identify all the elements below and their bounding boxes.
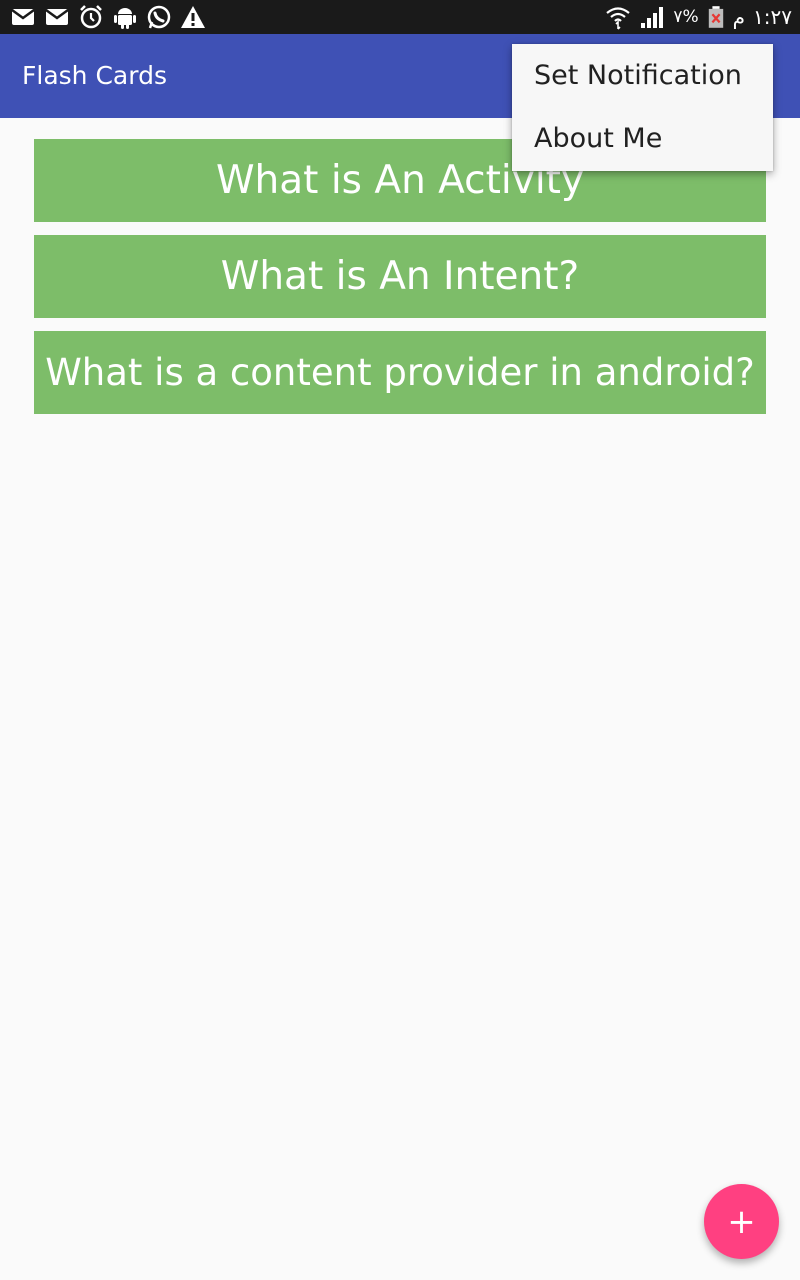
flash-card-label: What is An Intent? <box>220 254 580 299</box>
android-icon <box>114 8 136 29</box>
add-card-button[interactable]: + <box>704 1184 779 1259</box>
notification-icons <box>10 4 206 30</box>
flash-card-label: What is a content provider in android? <box>45 351 755 394</box>
app-title: Flash Cards <box>22 61 167 90</box>
flash-card[interactable]: What is a content provider in android? <box>34 331 766 414</box>
mail-icon <box>45 8 69 25</box>
menu-item-about-me[interactable]: About Me <box>512 107 773 170</box>
mail-icon <box>11 8 35 25</box>
wifi-icon <box>606 7 631 30</box>
alarm-icon <box>80 5 102 29</box>
time-period: م <box>732 5 746 29</box>
status-bar: ٧% م ١:٢٧ <box>0 0 800 34</box>
battery-percent: ٧% <box>673 7 699 27</box>
flash-card-list: What is An Activity What is An Intent? W… <box>34 139 766 427</box>
whatsapp-icon <box>147 5 171 29</box>
system-indicators: ٧% م ١:٢٧ <box>605 2 792 32</box>
warning-icon <box>181 6 205 28</box>
clock: ١:٢٧ <box>753 5 792 29</box>
flash-card[interactable]: What is An Intent? <box>34 235 766 318</box>
menu-item-set-notification[interactable]: Set Notification <box>512 44 773 107</box>
overflow-menu: Set Notification About Me <box>512 44 773 171</box>
signal-icon <box>641 7 664 28</box>
battery-alert-icon <box>708 6 723 28</box>
plus-icon: + <box>727 1201 756 1242</box>
